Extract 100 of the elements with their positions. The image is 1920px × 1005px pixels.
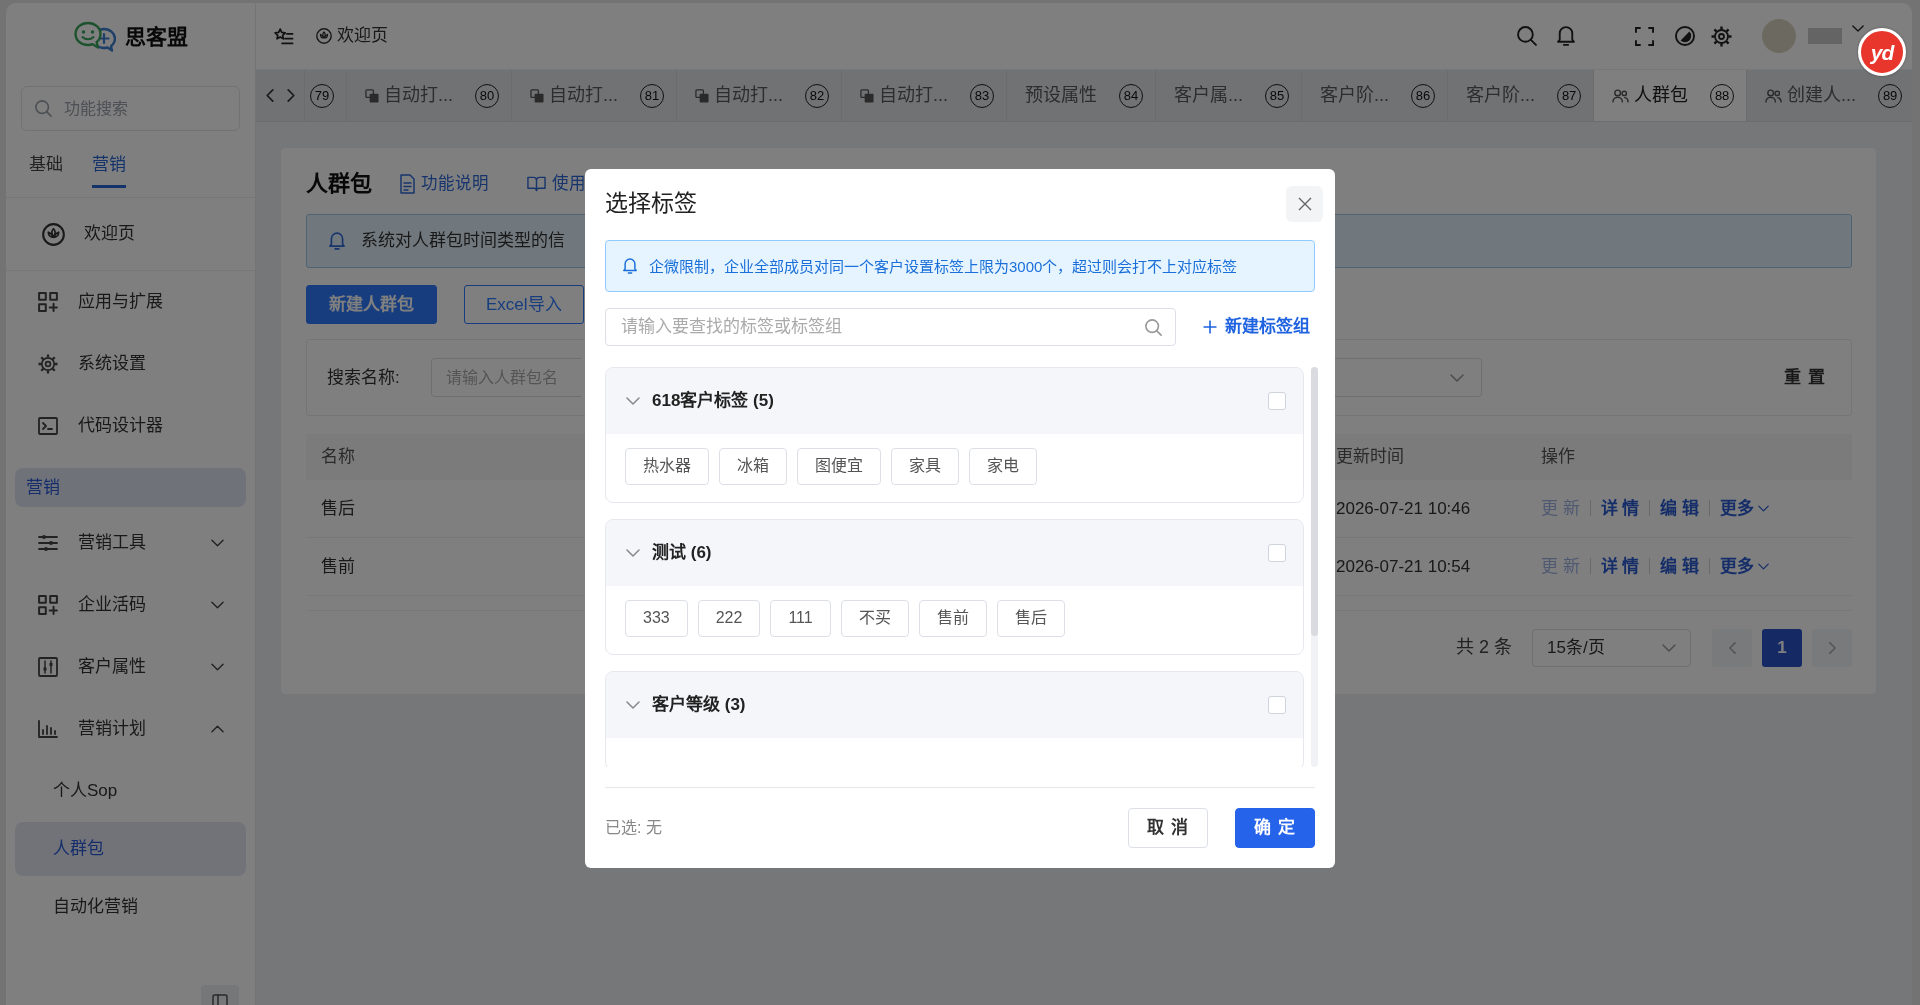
page-button[interactable]: 1 (1762, 629, 1802, 667)
tab[interactable]: 79 (305, 70, 347, 121)
chevron-icon (1758, 563, 1770, 570)
chevron-left-icon (1728, 642, 1736, 654)
tag-group-header[interactable]: 客户等级 (3) (606, 672, 1303, 738)
breadcrumb-link[interactable]: 欢迎页 (316, 24, 388, 48)
search-field[interactable]: 请输入要查找的标签或标签组 (605, 308, 1176, 346)
tag-chip[interactable]: 冰箱 (719, 448, 787, 485)
tag-chip[interactable]: 图便宜 (797, 448, 881, 485)
checkbox[interactable] (1268, 544, 1286, 562)
action-link[interactable]: 编 辑 (1660, 496, 1700, 521)
total-count: 共 2 条 (1456, 636, 1512, 660)
submenu-item[interactable]: 自动化营销 (15, 880, 246, 934)
fullscreen-icon[interactable] (1635, 26, 1654, 46)
tab[interactable]: 客户属... 85 (1156, 70, 1303, 121)
reset-button[interactable]: 重 置 (1784, 365, 1826, 390)
action-link[interactable]: 详 情 (1600, 496, 1640, 521)
confirm-button[interactable]: 确 定 (1235, 808, 1315, 848)
tag-group-header[interactable]: 618客户标签 (5) (606, 368, 1303, 434)
grid-icon (38, 595, 58, 615)
tag-chip[interactable]: 售后 (996, 600, 1065, 637)
tag-group-header[interactable]: 测试 (6) (606, 520, 1303, 586)
menu-item[interactable]: 系统设置 (15, 333, 246, 395)
tab[interactable]: 自动打... 80 (347, 70, 512, 121)
sidebar-tab[interactable]: 基础 (29, 145, 63, 188)
settings-icon[interactable] (1711, 25, 1732, 47)
close-icon (1297, 197, 1312, 211)
chat-bubbles-logo-icon (73, 20, 117, 53)
chevron-left-icon[interactable] (265, 89, 274, 102)
bell-icon[interactable] (1557, 26, 1575, 46)
copy-icon (365, 88, 379, 103)
chevron-right-icon (1828, 642, 1836, 654)
prev-page-button[interactable] (1712, 629, 1752, 667)
gear-icon (38, 354, 58, 374)
avatar[interactable] (1762, 19, 1796, 53)
tab[interactable]: 自动打... 83 (842, 70, 1008, 121)
outline-button[interactable]: Excel导入 (464, 285, 584, 324)
submenu-item[interactable]: 个人Sop (15, 764, 246, 818)
logo-text: 思客盟 (125, 23, 188, 50)
menu-section[interactable]: 营销 (15, 468, 246, 507)
help-link[interactable]: 功能说明 (400, 172, 489, 196)
tab[interactable]: 预设属性 84 (1007, 70, 1157, 121)
chevron-right-icon[interactable] (286, 89, 295, 102)
tag-chip[interactable]: 家电 (969, 448, 1037, 485)
chevron-icon (1758, 505, 1770, 512)
menu-item[interactable]: 代码设计器 (15, 395, 246, 457)
scrollbar-thumb[interactable] (1311, 367, 1318, 636)
lotus-icon (42, 222, 65, 246)
tab[interactable]: 自动打... 81 (512, 70, 678, 121)
chevron-icon[interactable] (1852, 24, 1864, 32)
redacted-name-block (1808, 28, 1842, 44)
cancel-button[interactable]: 取 消 (1128, 808, 1208, 848)
table-cell: 2026-07-21 10:54 (1336, 556, 1471, 576)
new-group-link[interactable]: 新建标签组 (1203, 315, 1310, 339)
table-cell: 2026-07-21 10:46 (1336, 498, 1471, 518)
tag-chip[interactable]: 热水器 (625, 448, 709, 485)
checkbox[interactable] (1268, 696, 1286, 714)
tag-chip[interactable]: 333 (625, 600, 688, 637)
menu-group[interactable]: 营销工具 (15, 512, 246, 574)
help-link[interactable]: 使用 (527, 172, 586, 196)
bar-chart-icon (38, 719, 58, 739)
terminal-icon (38, 416, 58, 436)
tag-chip[interactable]: 111 (770, 600, 831, 637)
page-size-select[interactable]: 15条/页 (1532, 629, 1691, 667)
next-page-button[interactable] (1812, 629, 1852, 667)
favorites-icon[interactable] (274, 27, 294, 45)
tag-chip[interactable]: 222 (697, 600, 761, 637)
plus-icon (1203, 320, 1217, 334)
people-icon (1765, 88, 1783, 103)
action-link[interactable]: 详 情 (1600, 554, 1640, 579)
tag-chip[interactable]: 售前 (918, 600, 987, 637)
primary-button[interactable]: 新建人群包 (306, 285, 437, 324)
banner-text: 系统对人群包时间类型的信 (361, 230, 565, 253)
tag-chip[interactable]: 不买 (840, 600, 909, 637)
tag-chip[interactable]: 家具 (891, 448, 959, 485)
menu-item[interactable]: 欢迎页 (15, 203, 246, 265)
sidebar-tab[interactable]: 营销 (92, 145, 126, 188)
selection-summary: 已选: 无 (605, 817, 662, 838)
tab[interactable]: 人群包 88 (1594, 70, 1748, 121)
contrast-icon[interactable] (1675, 26, 1695, 46)
search-icon[interactable] (1517, 26, 1537, 46)
bell-icon (329, 232, 345, 250)
action-link[interactable]: 编 辑 (1660, 554, 1700, 579)
menu-item[interactable]: 应用与扩展 (15, 271, 246, 333)
people-icon (1612, 88, 1630, 103)
copy-icon (695, 88, 710, 103)
close-button[interactable] (1286, 186, 1323, 222)
tab[interactable]: 自动打... 82 (677, 70, 843, 121)
dialog-title: 选择标签 (605, 190, 697, 218)
chevron-icon (1662, 644, 1676, 652)
copy-icon (530, 88, 544, 103)
tab[interactable]: 客户阶... 86 (1302, 70, 1449, 121)
menu-group[interactable]: 企业活码 (15, 574, 246, 636)
menu-group[interactable]: 客户属性 (15, 636, 246, 698)
lotus-icon (316, 28, 332, 44)
checkbox[interactable] (1268, 392, 1286, 410)
more-dropdown[interactable]: 更多 (1720, 554, 1770, 579)
menu-group[interactable]: 营销计划 (15, 698, 246, 760)
more-dropdown[interactable]: 更多 (1720, 496, 1770, 521)
submenu-item[interactable]: 人群包 (15, 822, 246, 876)
